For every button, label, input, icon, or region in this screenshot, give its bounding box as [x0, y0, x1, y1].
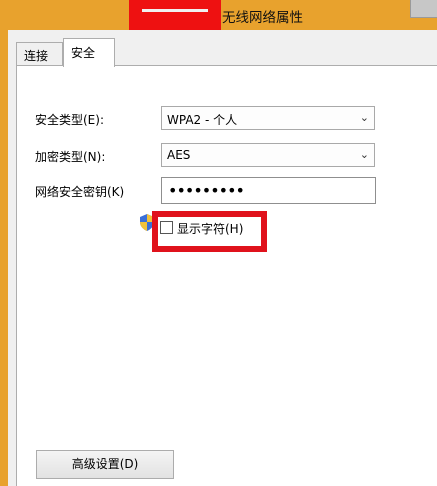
dialog-body: 连接 安全 安全类型(E): WPA2 - 个人 ⌄ 加密类型(N): AES … — [8, 30, 437, 486]
show-characters-checkbox[interactable] — [160, 221, 173, 234]
advanced-settings-label: 高级设置(D) — [71, 457, 139, 471]
encryption-type-select[interactable]: AES ⌄ — [161, 143, 375, 167]
encryption-type-value: AES — [167, 148, 191, 162]
security-type-select[interactable]: WPA2 - 个人 ⌄ — [161, 106, 375, 130]
chevron-down-icon: ⌄ — [359, 111, 369, 124]
title-bar: 无线网络属性 — [0, 0, 437, 30]
network-key-label: 网络安全密钥(K) — [35, 185, 125, 199]
tab-connection[interactable]: 连接 — [16, 42, 63, 66]
security-type-value: WPA2 - 个人 — [167, 113, 238, 127]
tab-security-label: 安全 — [71, 46, 96, 60]
encryption-type-label: 加密类型(N): — [35, 150, 106, 164]
security-panel: 安全类型(E): WPA2 - 个人 ⌄ 加密类型(N): AES ⌄ 网络安全… — [16, 65, 437, 486]
tab-connection-label: 连接 — [24, 49, 49, 63]
show-characters-label[interactable]: 显示字符(H) — [177, 220, 243, 237]
network-key-input[interactable]: ••••••••• — [161, 177, 376, 204]
window-title: 无线网络属性 — [222, 10, 303, 26]
close-button[interactable] — [410, 0, 437, 18]
security-type-label: 安全类型(E): — [35, 113, 104, 127]
title-redaction-line — [142, 9, 208, 12]
network-key-value: ••••••••• — [168, 181, 245, 200]
title-redaction — [129, 0, 221, 30]
tab-security[interactable]: 安全 — [63, 38, 115, 67]
chevron-down-icon: ⌄ — [359, 148, 369, 161]
advanced-settings-button[interactable]: 高级设置(D) — [36, 450, 174, 479]
